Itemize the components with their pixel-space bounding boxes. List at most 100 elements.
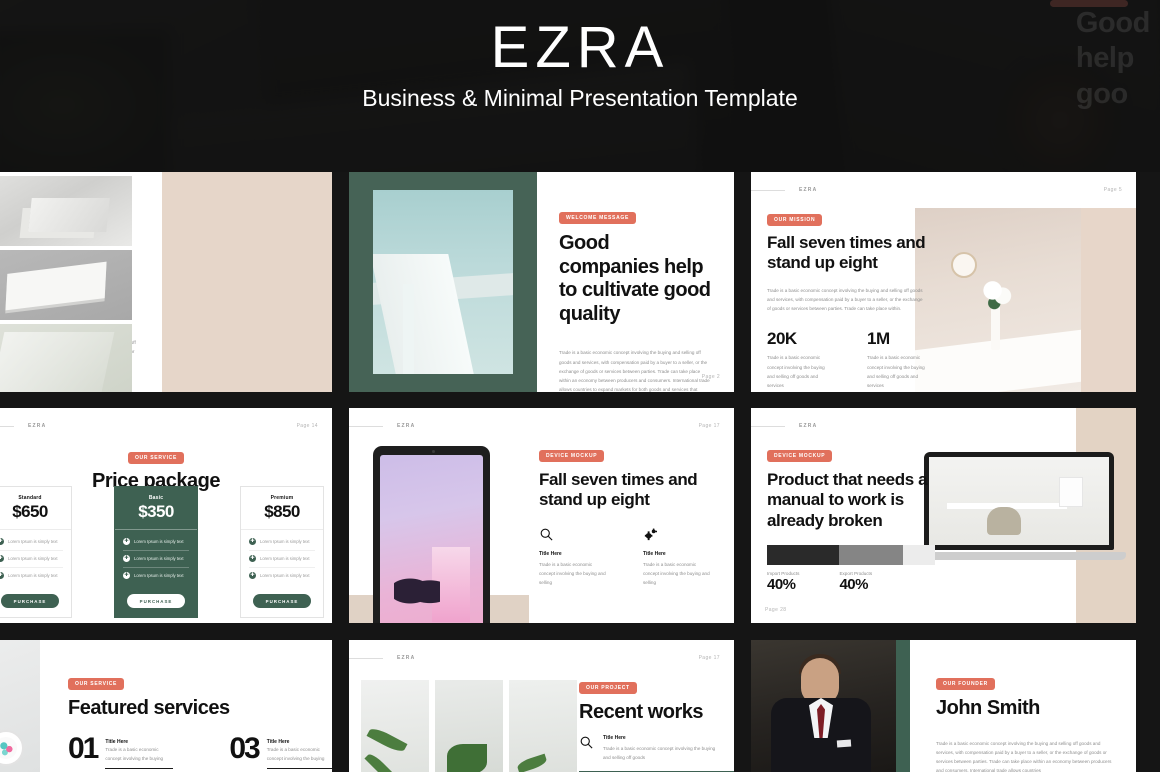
check-icon: ✚: [249, 555, 256, 562]
plan-feature: ✚ Lorem Ipsum is simply text: [123, 555, 189, 568]
stats-row: 20K Trade is a basic economic concept in…: [767, 329, 927, 390]
slide-header: EZRA Page 5: [751, 184, 1136, 196]
plan-feature-text: Lorem Ipsum is simply text: [260, 573, 310, 578]
bar-segment-export: [839, 545, 904, 566]
slide-page-number: Page 5: [1103, 187, 1122, 193]
plan-name: Standard: [18, 495, 42, 501]
feature-text: Trade is a basic economic concept involv…: [539, 561, 606, 586]
item-text-block: Title Here Trade is a basic economic con…: [266, 735, 332, 769]
check-icon: ✚: [123, 572, 130, 579]
plan-feature: ✚ Lorem Ipsum is simply text: [123, 538, 189, 551]
slide-header: EZRA: [751, 420, 1136, 432]
hero-ghost-badge: [1050, 0, 1128, 7]
slide-heading: Featured services: [68, 697, 230, 719]
item-number: 03: [229, 731, 260, 765]
feature-title: Title Here: [539, 550, 562, 557]
slide-logo: EZRA: [28, 423, 47, 429]
slide-badge: WELCOME MESSAGE: [559, 212, 637, 224]
plan-feature-text: Lorem Ipsum is simply text: [8, 573, 58, 578]
check-icon: ✚: [0, 572, 4, 579]
photo-wall-clock: [951, 252, 977, 278]
slide-header: EZRA Page 14: [0, 420, 332, 432]
slide-badge: OUR PROJECT: [579, 682, 637, 694]
purchase-button[interactable]: PURCHASE: [127, 594, 185, 608]
slide-featured-services[interactable]: OUR SERVICE Featured services 01 Title H…: [0, 640, 332, 772]
slide-row-3: OUR SERVICE Featured services 01 Title H…: [0, 640, 1160, 772]
plan-feature-text: Lorem Ipsum is simply text: [134, 573, 184, 578]
slide-row-1: EZRA OUR PROJECT Success is not an accid…: [0, 172, 1160, 392]
photo-flowers: [979, 276, 1013, 312]
hero-subtitle: Business & Minimal Presentation Template: [362, 84, 798, 111]
plan-feature-text: Lorem Ipsum is simply text: [134, 556, 184, 561]
slide-body-text: Trade is a basic economic concept involv…: [767, 287, 923, 312]
plan-features: ✚ Lorem Ipsum is simply text ✚ Lorem Ipsum…: [241, 530, 323, 592]
slide-recent-works[interactable]: EZRA Page 17 OUR PROJECT Recent works Ti…: [349, 640, 734, 772]
screen-picture-frame: [1059, 477, 1083, 507]
pricing-card-basic[interactable]: Basic $350 ✚ Lorem Ipsum is simply text ✚…: [114, 486, 198, 618]
tablet-screen: [380, 455, 483, 623]
gears-icon: [643, 527, 713, 544]
laptop-screen: [929, 457, 1109, 545]
slide-success[interactable]: EZRA OUR PROJECT Success is not an accid…: [0, 172, 332, 392]
bar-labels: Import Products 40% Export Products 40%: [767, 571, 942, 593]
slide-badge: OUR SERVICE: [68, 678, 125, 690]
founder-content-panel: OUR FOUNDER John Smith Trade is a basic …: [910, 640, 1136, 772]
plant-leaf: [516, 753, 548, 772]
plant-bush: [447, 744, 487, 772]
feature-list: Title Here Trade is a basic economic con…: [539, 527, 718, 588]
feature-text: Trade is a basic economic concept involv…: [643, 561, 710, 586]
laptop-lid: [924, 452, 1114, 550]
numbered-item: 03 Title Here Trade is a basic economic …: [229, 731, 332, 769]
check-icon: ✚: [0, 555, 4, 562]
slide-heading: Recent works: [579, 701, 704, 723]
pricing-card-standard[interactable]: Standard $650 ✚ Lorem Ipsum is simply tex…: [0, 486, 72, 618]
slide-badge: DEVICE MOCKUP: [539, 450, 605, 462]
check-icon: ✚: [123, 555, 130, 562]
plan-name: Basic: [148, 495, 164, 501]
bar-segment-remainder: [903, 545, 935, 566]
slide-grid: EZRA OUR PROJECT Success is not an accid…: [0, 172, 1160, 772]
slide-founder[interactable]: OUR FOUNDER John Smith Trade is a basic …: [751, 640, 1136, 772]
photo-column: [403, 284, 414, 374]
purchase-button[interactable]: PURCHASE: [1, 594, 59, 608]
plan-features: ✚ Lorem Ipsum is simply text ✚ Lorem Ipsum…: [115, 530, 197, 592]
plan-feature-text: Lorem Ipsum is simply text: [260, 556, 310, 561]
feature-item: Title Here Trade is a basic economic con…: [643, 527, 713, 588]
plan-price: $850: [264, 502, 300, 521]
photo-paint-cup: [0, 730, 24, 766]
plan-feature: ✚ Lorem Ipsum is simply text: [123, 572, 189, 584]
check-icon: ✚: [0, 538, 4, 545]
slide-welcome[interactable]: WELCOME MESSAGE Good companies help to c…: [349, 172, 734, 392]
slide-pricing[interactable]: EZRA Page 14 OUR SERVICE Price package S…: [0, 408, 332, 623]
header-rule: [0, 425, 14, 427]
plan-feature-text: Lorem Ipsum is simply text: [8, 556, 58, 561]
bar-value: 40%: [839, 576, 868, 594]
photo-beam: [373, 254, 474, 374]
item-text-block: Title Here Trade is a basic economic con…: [105, 735, 174, 769]
slide-footer-page: Page 2: [701, 374, 720, 380]
slide-page-number: Page 17: [698, 423, 720, 429]
stat-bar-chart: [767, 545, 935, 566]
purchase-button[interactable]: PURCHASE: [253, 594, 311, 608]
hero-text-block: EZRA Business & Minimal Presentation Tem…: [0, 16, 1160, 112]
stat-item: 20K Trade is a basic economic concept in…: [767, 329, 829, 390]
slide-badge: OUR FOUNDER: [936, 678, 995, 690]
slide-logo: EZRA: [397, 655, 416, 661]
plan-feature: ✚ Lorem Ipsum is simply text: [249, 572, 315, 584]
plan-feature: ✚ Lorem Ipsum is simply text: [0, 572, 63, 584]
slide-heading: John Smith: [936, 697, 1040, 719]
gallery-image-1: [361, 680, 429, 772]
slide-welcome-green-panel: [349, 172, 537, 392]
plan-feature: ✚ Lorem Ipsum is simply text: [0, 538, 63, 551]
slide-mission[interactable]: EZRA Page 5 OUR MISSION Fall seven times…: [751, 172, 1136, 392]
slide-row-2: EZRA Page 14 OUR SERVICE Price package S…: [0, 408, 1160, 623]
pricing-card-premium[interactable]: Premium $850 ✚ Lorem Ipsum is simply text…: [240, 486, 324, 618]
feature-title: Title Here: [643, 550, 666, 557]
pricing-card-header: Premium $850: [241, 487, 323, 530]
laptop-mockup: [912, 452, 1126, 560]
slide-device-laptop[interactable]: EZRA DEVICE MOCKUP Product that needs a: [751, 408, 1136, 623]
stat-value: 20K: [767, 329, 797, 349]
slide-badge: OUR MISSION: [767, 214, 823, 226]
slide-device-tablet[interactable]: EZRA Page 17 DEVICE MOCKUP Fall seven ti…: [349, 408, 734, 623]
slide-welcome-photo: [373, 190, 513, 374]
